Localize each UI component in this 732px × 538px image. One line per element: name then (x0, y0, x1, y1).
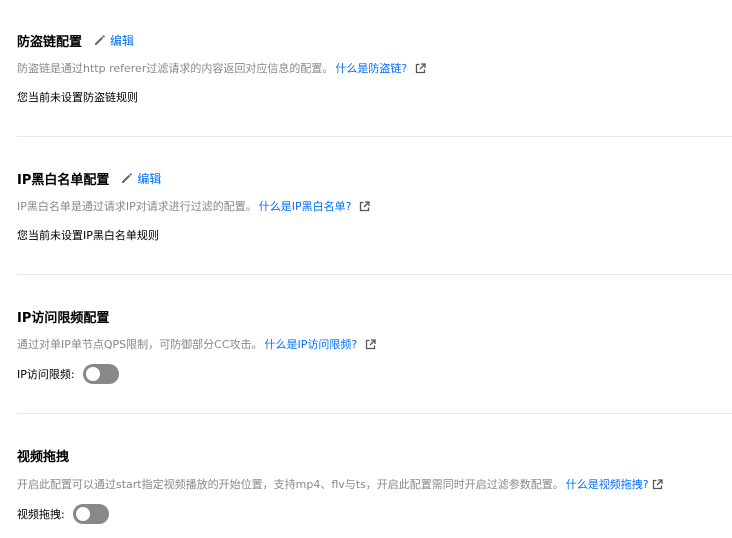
ip-list-help-link[interactable]: 什么是IP黑白名单? (259, 198, 352, 214)
ip-rate-title-row: IP访问限频配置 (17, 307, 110, 326)
ip-rate-title: IP访问限频配置 (17, 310, 110, 326)
external-link-icon[interactable] (652, 478, 663, 490)
video-drag-title-row: 视频拖拽 (17, 446, 70, 465)
hotlink-title: 防盗链配置 (17, 34, 83, 50)
ip-list-section: IP黑白名单配置 编辑 IP黑白名单是通过请求IP对请求进行过滤的配置。 什么是… (17, 169, 732, 249)
hotlink-edit-button[interactable]: 编辑 (94, 32, 134, 49)
section-divider (17, 274, 732, 275)
ip-list-edit-label: 编辑 (137, 171, 162, 186)
ip-rate-help-link[interactable]: 什么是IP访问限频? (265, 336, 358, 352)
ip-list-title-row: IP黑白名单配置 编辑 (17, 169, 161, 188)
hotlink-help-link[interactable]: 什么是防盗链? (335, 60, 407, 76)
hotlink-section: 防盗链配置 编辑 防盗链是通过http referer过滤请求的内容返回对应信息… (17, 31, 732, 111)
toggle-knob (75, 507, 90, 521)
hotlink-title-row: 防盗链配置 编辑 (17, 31, 134, 50)
video-drag-toggle-row: 视频拖拽: (17, 503, 109, 525)
video-drag-help-link[interactable]: 什么是视频拖拽? (566, 476, 649, 492)
ip-rate-toggle[interactable] (82, 364, 119, 384)
ip-list-description: IP黑白名单是通过请求IP对请求进行过滤的配置。 什么是IP黑白名单? (17, 198, 371, 214)
pencil-icon (95, 35, 105, 45)
section-divider (17, 413, 732, 414)
video-drag-toggle-label: 视频拖拽: (17, 508, 65, 521)
pencil-icon (122, 173, 133, 183)
hotlink-desc-text: 防盗链是通过http referer过滤请求的内容返回对应信息的配置。 (17, 62, 334, 75)
video-drag-title: 视频拖拽 (17, 449, 70, 465)
ip-list-title: IP黑白名单配置 (17, 172, 110, 188)
video-drag-toggle[interactable] (72, 504, 109, 524)
hotlink-status: 您当前未设置防盗链规则 (17, 91, 138, 104)
ip-list-status: 您当前未设置IP黑白名单规则 (17, 229, 159, 242)
external-link-icon[interactable] (365, 338, 376, 350)
ip-rate-desc-text: 通过对单IP单节点QPS限制，可防御部分CC攻击。 (17, 338, 263, 351)
ip-rate-section: IP访问限频配置 通过对单IP单节点QPS限制，可防御部分CC攻击。 什么是IP… (17, 307, 732, 387)
section-divider (17, 136, 732, 137)
ip-rate-toggle-label: IP访问限频: (17, 368, 75, 381)
hotlink-description: 防盗链是通过http referer过滤请求的内容返回对应信息的配置。 什么是防… (17, 60, 426, 76)
video-drag-section: 视频拖拽 开启此配置可以通过start指定视频播放的开始位置，支持mp4、flv… (17, 446, 732, 526)
external-link-icon[interactable] (415, 62, 426, 74)
ip-rate-toggle-row: IP访问限频: (17, 363, 119, 385)
toggle-knob (85, 367, 100, 381)
ip-list-desc-text: IP黑白名单是通过请求IP对请求进行过滤的配置。 (17, 200, 257, 213)
video-drag-description: 开启此配置可以通过start指定视频播放的开始位置，支持mp4、flv与ts，开… (17, 476, 663, 492)
external-link-icon[interactable] (359, 200, 371, 212)
ip-list-edit-button[interactable]: 编辑 (121, 170, 161, 187)
video-drag-desc-text: 开启此配置可以通过start指定视频播放的开始位置，支持mp4、flv与ts，开… (17, 478, 564, 491)
ip-rate-description: 通过对单IP单节点QPS限制，可防御部分CC攻击。 什么是IP访问限频? (17, 336, 376, 352)
hotlink-edit-label: 编辑 (110, 33, 135, 48)
